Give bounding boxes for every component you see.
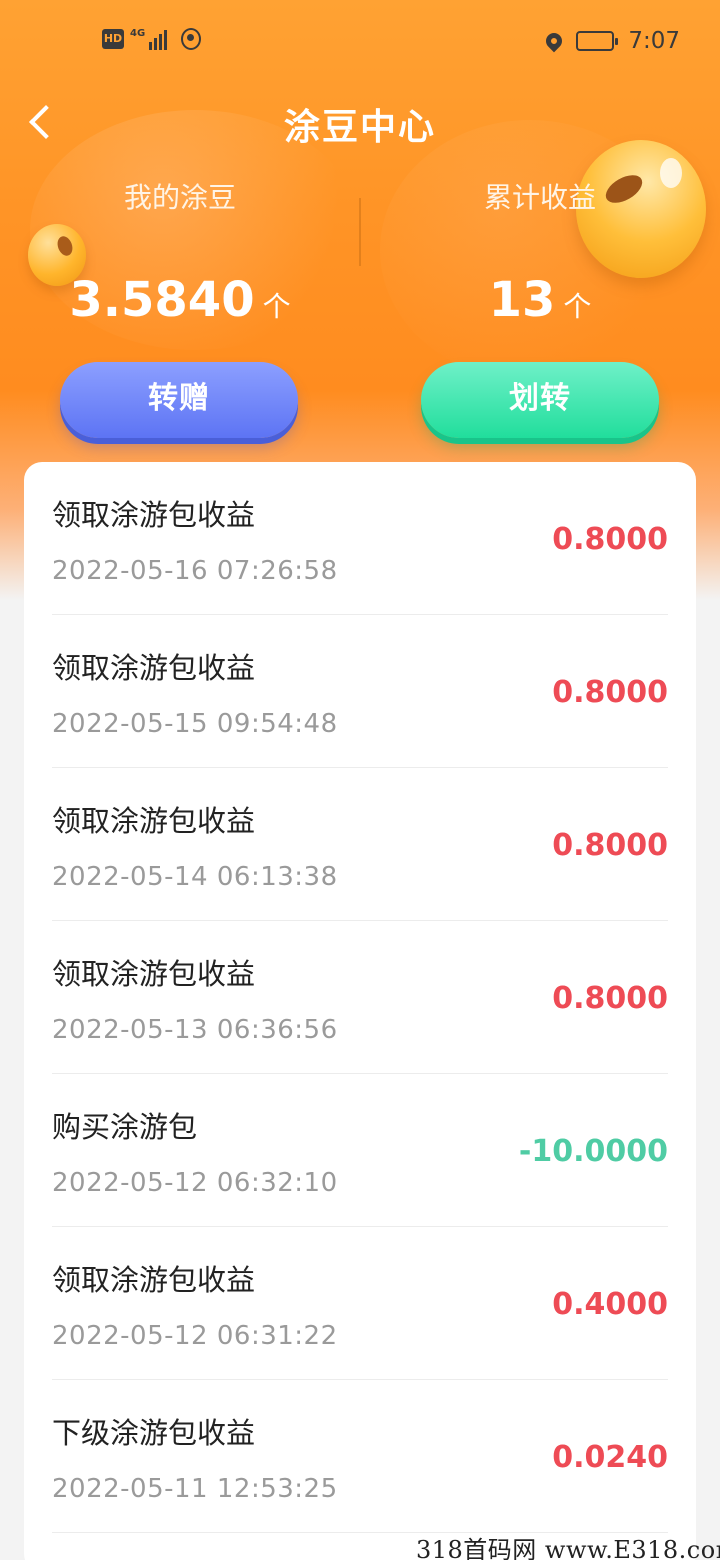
record-amount: 0.8000 [552,828,668,863]
record-amount: 0.4000 [552,1287,668,1322]
total-income-stat: 累计收益 13 个 [360,176,720,328]
watermark: 318首码网 www.E318.com [416,1536,720,1560]
record-title: 下级涂游包收益 [52,1416,256,1450]
location-icon [543,29,566,53]
record-time: 2022-05-12 06:32:10 [52,1168,338,1198]
hd-icon: HD [102,29,124,49]
status-bar: HD 4G 7:07 [0,0,720,84]
record-time: 2022-05-11 12:53:25 [52,1474,338,1504]
list-item[interactable]: 领取涂游包收益 2022-05-12 06:31:22 0.4000 [52,1227,668,1380]
record-time: 2022-05-15 09:54:48 [52,709,338,739]
record-amount: 0.8000 [552,522,668,557]
record-time: 2022-05-13 06:36:56 [52,1015,338,1045]
signal-icon: 4G [130,28,168,50]
my-beans-stat: 我的涂豆 3.5840 个 [0,176,360,328]
gift-button[interactable]: 转赠 [60,362,298,438]
list-item[interactable]: 领取涂游包收益 2022-05-13 06:36:56 0.8000 [52,921,668,1074]
total-income-unit: 个 [563,290,592,323]
list-item[interactable]: 下级涂游包收益 2022-05-11 12:53:25 0.0240 [52,1380,668,1533]
battery-icon [576,31,619,51]
record-amount: 0.8000 [552,981,668,1016]
page-title: 涂豆中心 [283,107,436,148]
status-left: HD 4G [102,28,202,50]
record-title: 领取涂游包收益 [52,804,256,838]
privacy-icon [181,28,202,50]
list-item[interactable]: 购买涂游包 2022-05-12 06:32:10 -10.0000 [52,1074,668,1227]
clock: 7:07 [628,28,680,54]
my-beans-value: 3.5840 [69,272,255,328]
transfer-button[interactable]: 划转 [421,362,659,438]
record-title: 领取涂游包收益 [52,498,256,532]
record-time: 2022-05-14 06:13:38 [52,862,338,892]
list-item[interactable]: 领取涂游包收益 2022-05-16 07:26:58 0.8000 [52,462,668,615]
record-title: 领取涂游包收益 [52,1263,256,1297]
my-beans-label: 我的涂豆 [123,181,236,214]
record-title: 领取涂游包收益 [52,957,256,991]
record-title: 领取涂游包收益 [52,651,256,685]
record-time: 2022-05-12 06:31:22 [52,1321,338,1351]
record-time: 2022-05-16 07:26:58 [52,556,338,586]
network-type: 4G [130,28,146,39]
my-beans-unit: 个 [262,290,291,323]
record-amount: 0.8000 [552,675,668,710]
status-right: 7:07 [543,28,680,54]
record-title: 购买涂游包 [52,1110,198,1144]
record-list: 领取涂游包收益 2022-05-16 07:26:58 0.8000 领取涂游包收益 2… [24,462,696,1560]
total-income-label: 累计收益 [483,181,596,214]
list-item[interactable]: 领取涂游包收益 2022-05-14 06:13:38 0.8000 [52,768,668,921]
total-income-value: 13 [488,272,556,328]
record-amount: 0.0240 [552,1440,668,1475]
record-amount: -10.0000 [518,1134,668,1169]
list-item[interactable]: 领取涂游包收益 2022-05-15 09:54:48 0.8000 [52,615,668,768]
